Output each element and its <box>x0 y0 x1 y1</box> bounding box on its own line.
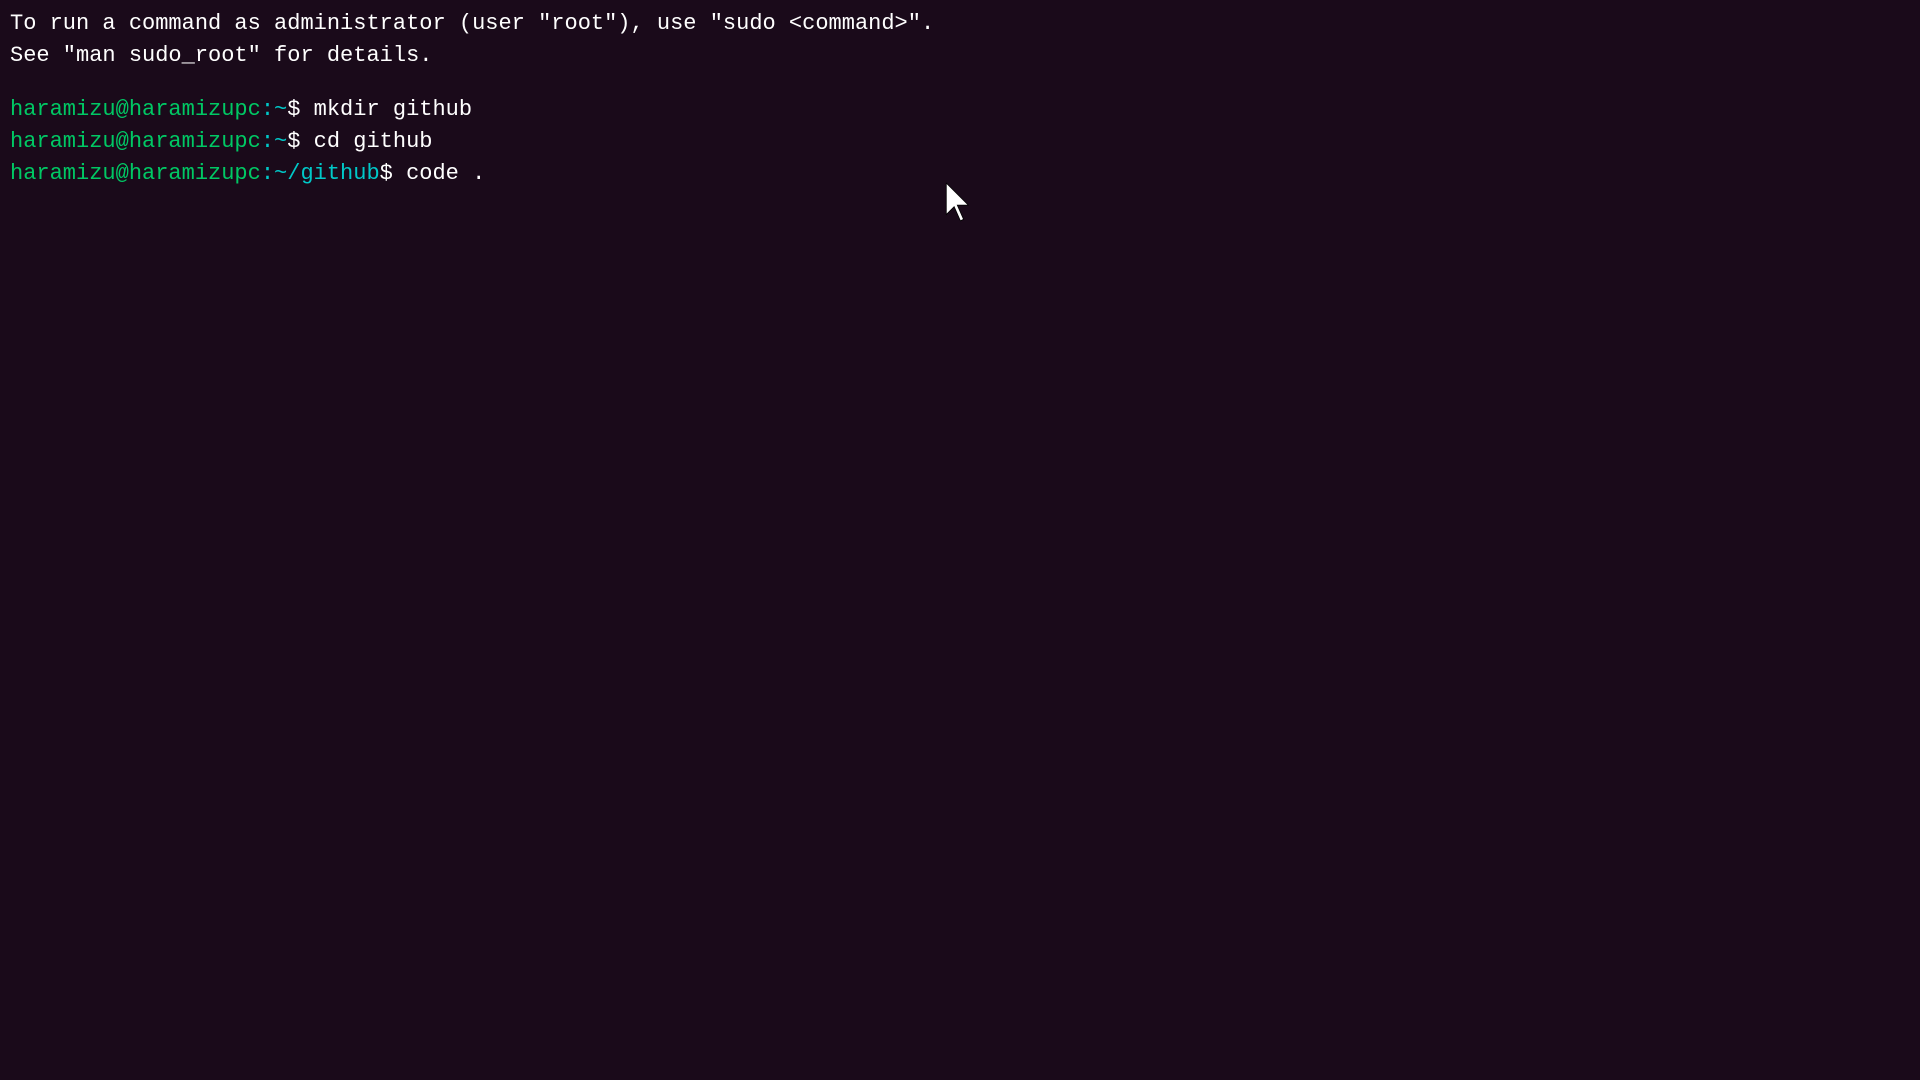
prompt-command-1: mkdir github <box>314 94 472 126</box>
prompt-command-3: code . <box>406 158 485 190</box>
prompt-dollar-1: $ <box>287 94 313 126</box>
prompt-command-2: cd github <box>314 126 433 158</box>
prompt-path-1: :~ <box>261 94 287 126</box>
prompt-path-2: :~ <box>261 126 287 158</box>
info-line-1: To run a command as administrator (user … <box>10 8 1910 40</box>
terminal-window[interactable]: To run a command as administrator (user … <box>0 0 1920 1080</box>
command-line-2: haramizu@haramizupc:~$ cd github <box>10 126 1910 158</box>
prompt-user-3: haramizu@haramizupc <box>10 158 261 190</box>
blank-line <box>10 72 1910 94</box>
prompt-path-3: :~/github <box>261 158 380 190</box>
command-line-1: haramizu@haramizupc:~$ mkdir github <box>10 94 1910 126</box>
prompt-user-1: haramizu@haramizupc <box>10 94 261 126</box>
prompt-dollar-3: $ <box>380 158 406 190</box>
info-line-2: See "man sudo_root" for details. <box>10 40 1910 72</box>
prompt-dollar-2: $ <box>287 126 313 158</box>
prompt-user-2: haramizu@haramizupc <box>10 126 261 158</box>
mouse-cursor <box>942 180 982 231</box>
